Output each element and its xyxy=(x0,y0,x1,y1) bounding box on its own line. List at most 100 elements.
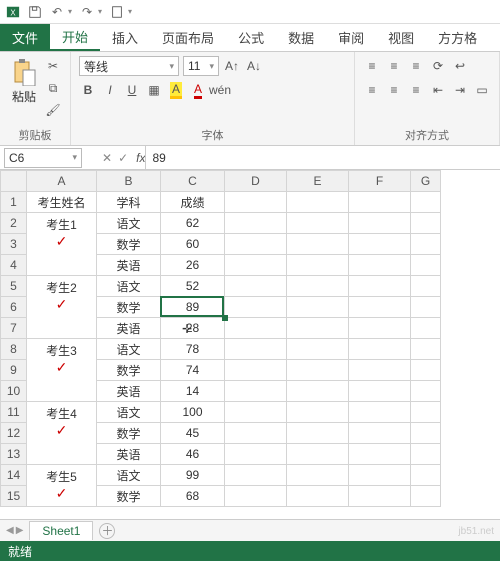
cell[interactable] xyxy=(411,192,441,213)
cell[interactable] xyxy=(349,486,411,507)
row-header[interactable]: 3 xyxy=(1,234,27,255)
fill-handle[interactable] xyxy=(222,315,228,321)
underline-button[interactable]: U xyxy=(123,80,141,100)
col-header-A[interactable]: A xyxy=(27,171,97,192)
cell[interactable] xyxy=(225,360,287,381)
cell[interactable]: 英语 xyxy=(97,318,161,339)
italic-button[interactable]: I xyxy=(101,80,119,100)
border-button[interactable]: ▦ xyxy=(145,80,163,100)
cell[interactable] xyxy=(411,486,441,507)
undo-dropdown[interactable]: ▾ xyxy=(68,7,72,16)
cell[interactable] xyxy=(287,423,349,444)
cell[interactable]: 学科 xyxy=(97,192,161,213)
font-color-button[interactable]: A xyxy=(189,80,207,100)
row-header[interactable]: 6 xyxy=(1,297,27,318)
cell[interactable] xyxy=(349,444,411,465)
cell[interactable] xyxy=(349,360,411,381)
row-header[interactable]: 1 xyxy=(1,192,27,213)
format-painter-icon[interactable]: 🖌 xyxy=(44,100,62,120)
cell[interactable] xyxy=(225,318,287,339)
increase-indent-icon[interactable]: ⇥ xyxy=(451,80,469,100)
cell[interactable] xyxy=(225,423,287,444)
row-header[interactable]: 14 xyxy=(1,465,27,486)
redo-icon[interactable]: ↷ xyxy=(80,5,94,19)
cell[interactable]: 99 xyxy=(161,465,225,486)
spreadsheet-grid[interactable]: A B C D E F G 1考生姓名学科成绩 2考生1✓语文62 3数学60 … xyxy=(0,170,500,507)
cell[interactable]: 100 xyxy=(161,402,225,423)
cell[interactable] xyxy=(349,213,411,234)
cell[interactable] xyxy=(411,381,441,402)
phonetic-button[interactable]: wén xyxy=(211,80,229,100)
tab-file[interactable]: 文件 xyxy=(0,24,50,51)
cell[interactable]: 14 xyxy=(161,381,225,402)
row-header[interactable]: 10 xyxy=(1,381,27,402)
copy-icon[interactable]: ⧉ xyxy=(44,78,62,98)
row-header[interactable]: 11 xyxy=(1,402,27,423)
tab-formulas[interactable]: 公式 xyxy=(226,24,276,51)
row-header[interactable]: 7 xyxy=(1,318,27,339)
cell[interactable] xyxy=(411,276,441,297)
cell[interactable]: 数学 xyxy=(97,360,161,381)
cell[interactable] xyxy=(411,234,441,255)
cell[interactable]: 74 xyxy=(161,360,225,381)
cell[interactable] xyxy=(349,297,411,318)
tab-view[interactable]: 视图 xyxy=(376,24,426,51)
cell[interactable] xyxy=(349,234,411,255)
tab-layout[interactable]: 页面布局 xyxy=(150,24,226,51)
name-box[interactable]: C6▾ xyxy=(4,148,82,168)
cell[interactable] xyxy=(225,339,287,360)
merge-button[interactable]: ▭ xyxy=(473,80,491,100)
cell[interactable] xyxy=(349,276,411,297)
decrease-font-icon[interactable]: A↓ xyxy=(245,56,263,76)
cell[interactable]: 78 xyxy=(161,339,225,360)
cell[interactable] xyxy=(287,381,349,402)
paste-button[interactable]: 粘贴 xyxy=(8,56,40,107)
cancel-icon[interactable]: ✕ xyxy=(102,151,112,165)
orientation-icon[interactable]: ⟳ xyxy=(429,56,447,76)
align-center-icon[interactable]: ≡ xyxy=(385,80,403,100)
cell[interactable] xyxy=(225,255,287,276)
cell[interactable] xyxy=(225,234,287,255)
sheet-nav-prev-icon[interactable]: ◀ xyxy=(6,525,14,536)
cell[interactable] xyxy=(349,465,411,486)
cell[interactable]: 语文 xyxy=(97,276,161,297)
cell[interactable] xyxy=(411,339,441,360)
cell[interactable]: 46 xyxy=(161,444,225,465)
cell[interactable] xyxy=(225,486,287,507)
row-header[interactable]: 8 xyxy=(1,339,27,360)
cell[interactable] xyxy=(411,318,441,339)
decrease-indent-icon[interactable]: ⇤ xyxy=(429,80,447,100)
cell-merged[interactable]: 考生2✓ xyxy=(27,276,97,339)
cell[interactable] xyxy=(287,297,349,318)
align-top-icon[interactable]: ≡ xyxy=(363,56,381,76)
cell[interactable]: 45 xyxy=(161,423,225,444)
tab-insert[interactable]: 插入 xyxy=(100,24,150,51)
cell[interactable]: 语文 xyxy=(97,402,161,423)
formula-bar[interactable]: 89 xyxy=(145,146,500,170)
redo-dropdown[interactable]: ▾ xyxy=(98,7,102,16)
cell[interactable] xyxy=(349,255,411,276)
cell[interactable]: 52 xyxy=(161,276,225,297)
cell[interactable] xyxy=(411,255,441,276)
cell[interactable]: 英语 xyxy=(97,255,161,276)
cell[interactable]: 26 xyxy=(161,255,225,276)
cell[interactable] xyxy=(287,234,349,255)
cell[interactable]: 语文 xyxy=(97,339,161,360)
cell[interactable] xyxy=(349,402,411,423)
tab-review[interactable]: 审阅 xyxy=(326,24,376,51)
cell-merged[interactable]: 考生5✓ xyxy=(27,465,97,507)
sheet-tab[interactable]: Sheet1 xyxy=(29,521,93,540)
font-name-combo[interactable]: 等线▾ xyxy=(79,56,179,76)
row-header[interactable]: 2 xyxy=(1,213,27,234)
cell[interactable] xyxy=(287,213,349,234)
align-right-icon[interactable]: ≡ xyxy=(407,80,425,100)
undo-icon[interactable]: ↶ xyxy=(50,5,64,19)
cell[interactable]: 数学 xyxy=(97,423,161,444)
qat-customize[interactable]: ▾ xyxy=(128,7,132,16)
cell[interactable] xyxy=(225,444,287,465)
cell[interactable]: 数学 xyxy=(97,486,161,507)
cell[interactable] xyxy=(225,192,287,213)
cell[interactable] xyxy=(225,402,287,423)
cell[interactable] xyxy=(287,465,349,486)
enter-icon[interactable]: ✓ xyxy=(118,151,128,165)
